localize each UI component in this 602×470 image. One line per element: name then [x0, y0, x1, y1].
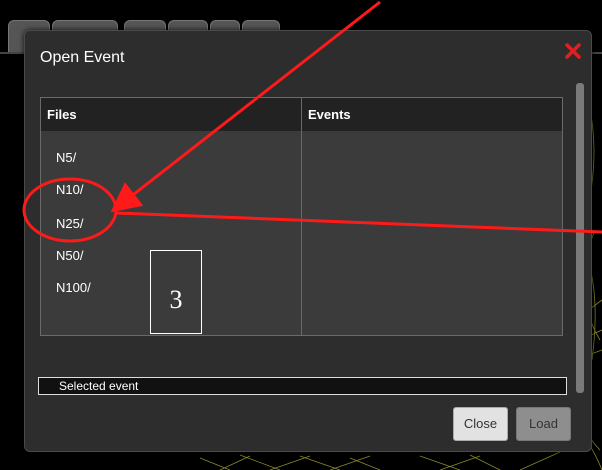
close-icon[interactable]	[563, 41, 583, 61]
events-column-header: Events	[302, 98, 562, 131]
dialog-title: Open Event	[40, 49, 125, 66]
file-item-n10[interactable]: N10/	[56, 182, 83, 197]
open-event-dialog: Open Event Files Events N5/ N10/ N25/ N5…	[24, 30, 592, 452]
file-item-n5[interactable]: N5/	[56, 150, 76, 165]
selected-event-field: Selected event	[38, 377, 567, 395]
file-item-n25[interactable]: N25/	[56, 216, 83, 231]
file-item-n50[interactable]: N50/	[56, 248, 83, 263]
scrollbar[interactable]	[576, 83, 584, 393]
load-button[interactable]: Load	[516, 407, 571, 441]
file-item-n100[interactable]: N100/	[56, 280, 91, 295]
files-column-header: Files	[41, 98, 301, 131]
column-divider	[301, 98, 302, 335]
close-button[interactable]: Close	[453, 407, 508, 441]
file-event-table: Files Events N5/ N10/ N25/ N50/ N100/	[40, 97, 563, 336]
annotation-number-box: 3	[150, 250, 202, 334]
